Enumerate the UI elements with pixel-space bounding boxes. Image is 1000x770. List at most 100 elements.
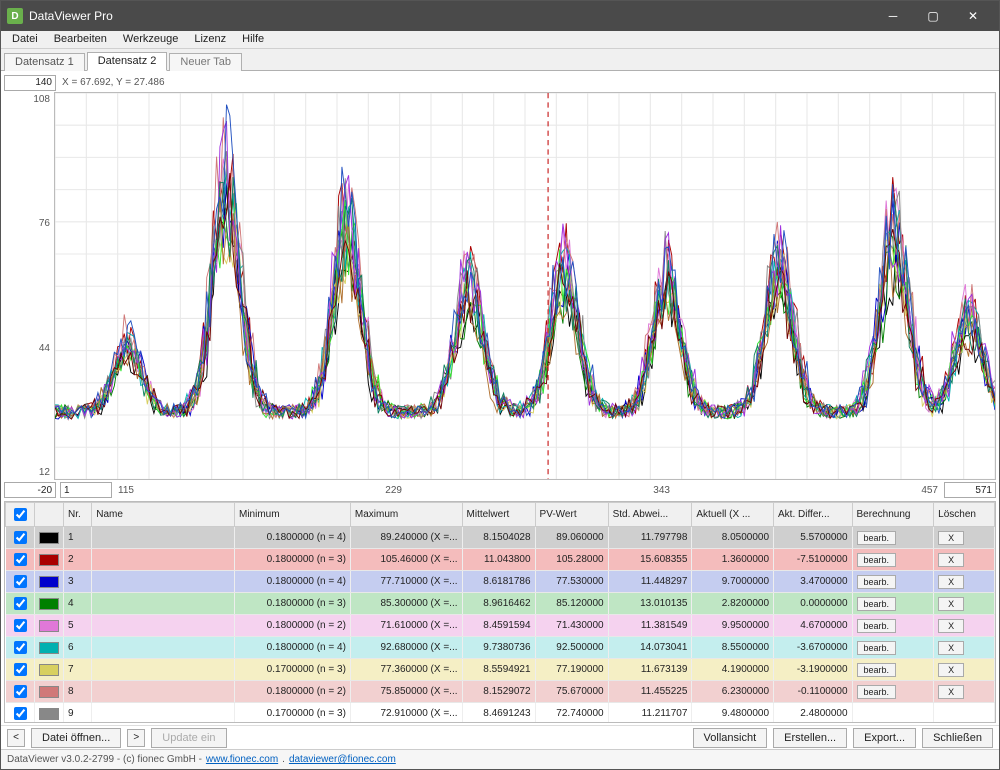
status-link-website[interactable]: www.fionec.com (206, 754, 278, 765)
y-min-input[interactable]: -20 (4, 482, 56, 498)
menu-datei[interactable]: Datei (5, 32, 45, 46)
chart-panel: 140 X = 67.692, Y = 27.486 108 76 44 12 … (4, 74, 996, 498)
delete-button[interactable]: X (938, 597, 964, 611)
data-table-panel: Nr.NameMinimumMaximumMittelwertPV-WertSt… (4, 501, 996, 723)
col-header[interactable]: Berechnung (852, 503, 934, 527)
x-max-input[interactable]: 571 (944, 482, 996, 498)
tab-datensatz-1[interactable]: Datensatz 1 (4, 53, 85, 71)
row-checkbox[interactable] (14, 553, 27, 566)
series-color-swatch[interactable] (39, 664, 59, 676)
menu-werkzeuge[interactable]: Werkzeuge (116, 32, 185, 46)
close-button[interactable]: ✕ (953, 1, 993, 31)
titlebar: D DataViewer Pro ─ ▢ ✕ (1, 1, 999, 31)
delete-button[interactable]: X (938, 685, 964, 699)
col-header[interactable] (35, 503, 64, 527)
series-color-swatch[interactable] (39, 532, 59, 544)
actionbar: < Datei öffnen... > Update ein Vollansic… (1, 725, 999, 749)
row-checkbox[interactable] (14, 619, 27, 632)
series-color-swatch[interactable] (39, 620, 59, 632)
tab-datensatz-2[interactable]: Datensatz 2 (87, 52, 168, 71)
create-button[interactable]: Erstellen... (773, 728, 847, 748)
series-color-swatch[interactable] (39, 554, 59, 566)
col-header[interactable]: Mittelwert (462, 503, 535, 527)
series-color-swatch[interactable] (39, 576, 59, 588)
y-tick: 12 (39, 467, 50, 478)
edit-button[interactable]: bearb. (857, 575, 897, 589)
delete-button[interactable]: X (938, 641, 964, 655)
delete-button[interactable]: X (938, 575, 964, 589)
delete-button[interactable]: X (938, 553, 964, 567)
data-table: Nr.NameMinimumMaximumMittelwertPV-WertSt… (5, 502, 995, 722)
statusbar: DataViewer v3.0.2-2799 - (c) fionec GmbH… (1, 749, 999, 769)
table-row[interactable]: 80.1800000 (n = 2)75.850000 (X =...8.152… (6, 681, 995, 703)
edit-button[interactable]: bearb. (857, 663, 897, 677)
edit-button[interactable]: bearb. (857, 641, 897, 655)
table-row[interactable]: 10.1800000 (n = 4)89.240000 (X =...8.150… (6, 527, 995, 549)
window-title: DataViewer Pro (29, 9, 873, 23)
col-header[interactable]: Akt. Differ... (774, 503, 853, 527)
next-button[interactable]: > (127, 729, 145, 747)
status-link-email[interactable]: dataviewer@fionec.com (289, 754, 396, 765)
status-sep: . (282, 754, 285, 765)
row-checkbox[interactable] (14, 597, 27, 610)
data-table-scroll[interactable]: Nr.NameMinimumMaximumMittelwertPV-WertSt… (5, 502, 995, 722)
status-text: DataViewer v3.0.2-2799 - (c) fionec GmbH… (7, 754, 202, 765)
series-color-swatch[interactable] (39, 686, 59, 698)
edit-button[interactable]: bearb. (857, 531, 897, 545)
table-row[interactable]: 70.1700000 (n = 3)77.360000 (X =...8.559… (6, 659, 995, 681)
series-color-swatch[interactable] (39, 642, 59, 654)
table-row[interactable]: 40.1800000 (n = 3)85.300000 (X =...8.961… (6, 593, 995, 615)
row-checkbox[interactable] (14, 707, 27, 720)
select-all-checkbox[interactable] (14, 508, 27, 521)
delete-button[interactable]: X (938, 663, 964, 677)
row-checkbox[interactable] (14, 663, 27, 676)
table-row[interactable]: 90.1700000 (n = 3)72.910000 (X =...8.469… (6, 703, 995, 723)
col-header[interactable]: Std. Abwei... (608, 503, 692, 527)
x-tick: 343 (653, 485, 670, 496)
x-axis-labels: 115 229 343 457 (112, 485, 944, 496)
col-header[interactable]: PV-Wert (535, 503, 608, 527)
edit-button[interactable]: bearb. (857, 619, 897, 633)
col-header[interactable]: Nr. (64, 503, 92, 527)
menu-bearbeiten[interactable]: Bearbeiten (47, 32, 114, 46)
col-header[interactable] (6, 503, 35, 527)
col-header[interactable]: Minimum (234, 503, 350, 527)
col-header[interactable]: Name (92, 503, 235, 527)
table-row[interactable]: 30.1800000 (n = 4)77.710000 (X =...8.618… (6, 571, 995, 593)
menu-lizenz[interactable]: Lizenz (187, 32, 233, 46)
x-min-input[interactable]: 1 (60, 482, 112, 498)
y-max-input[interactable]: 140 (4, 75, 56, 91)
row-checkbox[interactable] (14, 575, 27, 588)
close-dataset-button[interactable]: Schließen (922, 728, 993, 748)
app-icon: D (7, 8, 23, 24)
edit-button[interactable]: bearb. (857, 685, 897, 699)
edit-button[interactable]: bearb. (857, 553, 897, 567)
col-header[interactable]: Maximum (350, 503, 462, 527)
table-row[interactable]: 60.1800000 (n = 4)92.680000 (X =...9.738… (6, 637, 995, 659)
menubar: DateiBearbeitenWerkzeugeLizenzHilfe (1, 31, 999, 49)
prev-button[interactable]: < (7, 729, 25, 747)
maximize-button[interactable]: ▢ (913, 1, 953, 31)
table-row[interactable]: 50.1800000 (n = 2)71.610000 (X =...8.459… (6, 615, 995, 637)
minimize-button[interactable]: ─ (873, 1, 913, 31)
menu-hilfe[interactable]: Hilfe (235, 32, 271, 46)
col-header[interactable]: Löschen (934, 503, 995, 527)
cursor-coordinates: X = 67.692, Y = 27.486 (62, 77, 165, 88)
delete-button[interactable]: X (938, 619, 964, 633)
export-button[interactable]: Export... (853, 728, 916, 748)
col-header[interactable]: Aktuell (X ... (692, 503, 774, 527)
table-row[interactable]: 20.1800000 (n = 3)105.46000 (X =...11.04… (6, 549, 995, 571)
series-color-swatch[interactable] (39, 708, 59, 720)
series-color-swatch[interactable] (39, 598, 59, 610)
delete-button[interactable]: X (938, 531, 964, 545)
row-checkbox[interactable] (14, 531, 27, 544)
row-checkbox[interactable] (14, 685, 27, 698)
chart-plot[interactable] (54, 92, 996, 480)
fullview-button[interactable]: Vollansicht (693, 728, 768, 748)
update-button[interactable]: Update ein (151, 728, 226, 748)
y-tick: 44 (39, 343, 50, 354)
open-file-button[interactable]: Datei öffnen... (31, 728, 121, 748)
edit-button[interactable]: bearb. (857, 597, 897, 611)
row-checkbox[interactable] (14, 641, 27, 654)
tab-neuer-tab[interactable]: Neuer Tab (169, 53, 242, 71)
